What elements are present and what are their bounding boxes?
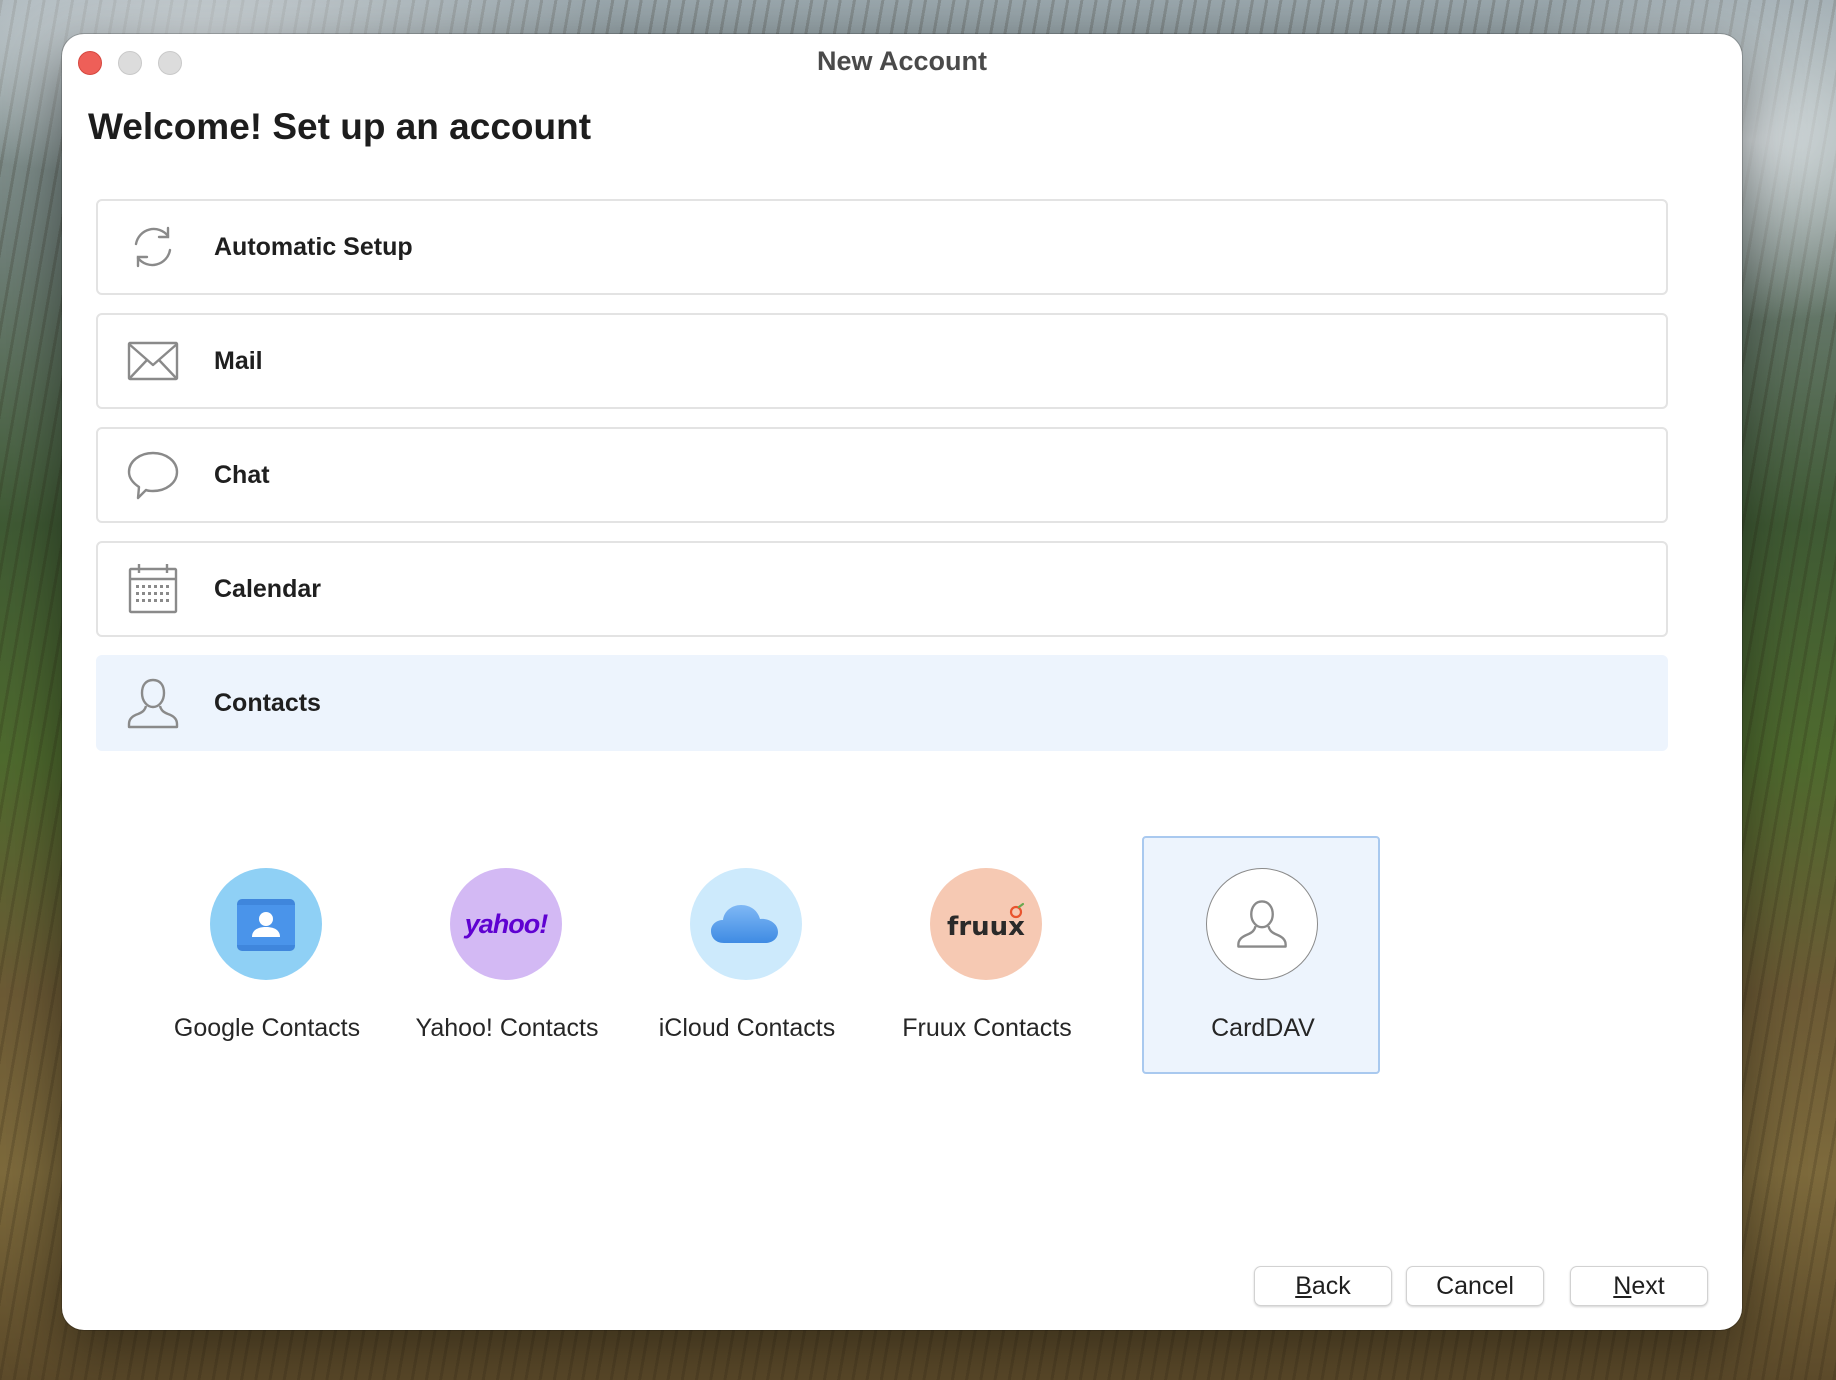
calendar-icon <box>126 562 180 616</box>
sync-icon <box>126 220 180 274</box>
provider-label: Yahoo! Contacts <box>415 1014 599 1042</box>
back-label: ack <box>1311 1272 1351 1300</box>
category-contacts[interactable]: Contacts <box>96 655 1668 751</box>
person-icon <box>126 676 180 730</box>
cancel-button[interactable]: Cancel <box>1406 1266 1544 1306</box>
next-button[interactable]: Next <box>1570 1266 1708 1306</box>
fruux-logo-mark <box>1009 902 1025 919</box>
new-account-window: New Account Welcome! Set up an account A… <box>62 34 1742 1330</box>
provider-label: Google Contacts <box>173 1014 361 1042</box>
category-label: Contacts <box>214 688 321 717</box>
category-chat[interactable]: Chat <box>96 427 1668 523</box>
next-label: ext <box>1631 1272 1665 1300</box>
provider-yahoo-contacts[interactable]: yahoo! Yahoo! Contacts <box>386 836 624 1074</box>
back-button[interactable]: Back <box>1254 1266 1392 1306</box>
provider-label: Fruux Contacts <box>902 1014 1072 1042</box>
provider-google-contacts[interactable]: Google Contacts <box>146 836 384 1074</box>
category-label: Chat <box>214 460 270 489</box>
speech-bubble-icon <box>126 448 180 502</box>
provider-icloud-contacts[interactable]: iCloud Contacts <box>626 836 864 1074</box>
provider-label: CardDAV <box>1211 1014 1315 1042</box>
provider-label: iCloud Contacts <box>658 1014 836 1042</box>
fruux-logo-icon: fruux <box>930 868 1042 980</box>
envelope-icon <box>126 334 180 388</box>
category-label: Automatic Setup <box>214 232 413 261</box>
provider-carddav[interactable]: CardDAV <box>1142 836 1380 1074</box>
page-title: Welcome! Set up an account <box>88 106 592 147</box>
provider-fruux-contacts[interactable]: fruux Fruux Contacts <box>866 836 1104 1074</box>
icloud-icon <box>690 868 802 980</box>
category-mail[interactable]: Mail <box>96 313 1668 409</box>
yahoo-logo-text: yahoo! <box>464 908 549 939</box>
back-mnemonic: B <box>1295 1272 1312 1300</box>
contacts-provider-list: Google Contacts yahoo! Yahoo! Contacts i… <box>146 836 1406 1076</box>
title-bar: New Account <box>62 34 1742 90</box>
window-title: New Account <box>816 46 987 76</box>
yahoo-logo-icon: yahoo! <box>450 868 562 980</box>
account-category-list: Automatic Setup Mail Chat Calendar Conta… <box>96 199 1668 769</box>
carddav-person-icon <box>1206 868 1318 980</box>
category-calendar[interactable]: Calendar <box>96 541 1668 637</box>
category-automatic-setup[interactable]: Automatic Setup <box>96 199 1668 295</box>
category-label: Mail <box>214 346 263 375</box>
category-label: Calendar <box>214 574 321 603</box>
next-mnemonic: N <box>1613 1272 1632 1300</box>
google-contacts-icon <box>210 868 322 980</box>
cancel-label: Cancel <box>1436 1272 1514 1300</box>
